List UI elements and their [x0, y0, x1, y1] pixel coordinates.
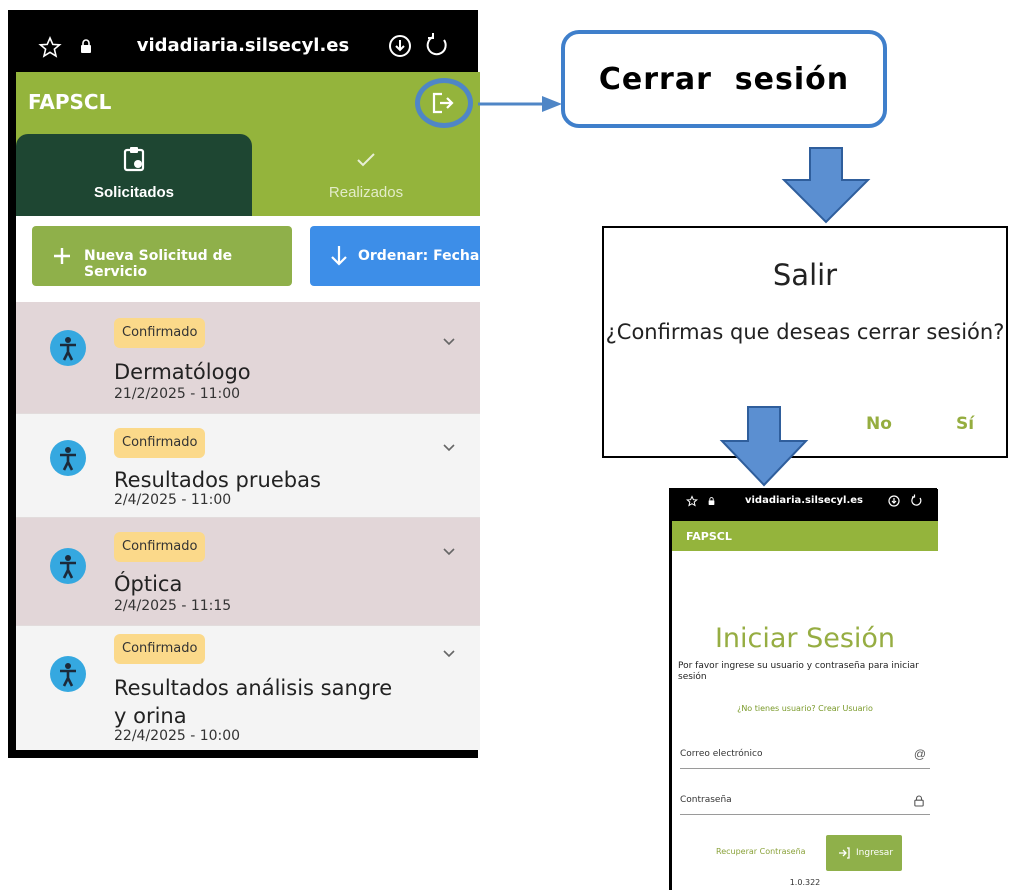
- app-header: FAPSCL: [672, 521, 938, 551]
- app-title: FAPSCL: [28, 90, 112, 114]
- callout-box: Cerrar sesión: [561, 30, 887, 128]
- create-user-link[interactable]: ¿No tienes usuario? Crear Usuario: [672, 704, 938, 713]
- check-icon: [357, 153, 375, 167]
- item-name: Dermatólogo: [114, 360, 251, 384]
- status-badge: Confirmado: [114, 318, 206, 348]
- login-label: Ingresar: [856, 848, 894, 858]
- download-icon[interactable]: [388, 34, 412, 58]
- person-icon: [50, 656, 86, 692]
- item-name: Óptica: [114, 572, 183, 596]
- login-heading: Iniciar Sesión: [714, 623, 896, 654]
- tab-realizados[interactable]: Realizados: [252, 134, 480, 216]
- email-placeholder: Correo electrónico: [680, 749, 763, 759]
- callout-text: Cerrar sesión: [598, 62, 850, 97]
- download-icon[interactable]: [888, 495, 900, 507]
- app-title: FAPSCL: [686, 530, 732, 543]
- new-request-label: Nueva Solicitud de Servicio: [84, 248, 233, 280]
- list-item[interactable]: Confirmado Resultados análisis sangre y …: [16, 626, 480, 750]
- yes-button[interactable]: Sí: [956, 414, 974, 434]
- item-date: 21/2/2025 - 11:00: [114, 386, 241, 402]
- item-date: 2/4/2025 - 11:00: [114, 492, 232, 508]
- chevron-down-icon[interactable]: [442, 334, 456, 348]
- browser-url-bar: vidadiaria.silsecyl.es: [670, 489, 938, 521]
- reload-icon[interactable]: [910, 494, 923, 507]
- email-field[interactable]: Correo electrónico @: [680, 741, 930, 769]
- login-screen: FAPSCL Iniciar Sesión Por favor ingrese …: [672, 521, 938, 890]
- chevron-down-icon[interactable]: [442, 646, 456, 660]
- arrow-down-icon: [331, 246, 347, 266]
- new-request-button[interactable]: Nueva Solicitud de Servicio: [32, 226, 292, 286]
- item-name: Resultados pruebas: [114, 468, 321, 492]
- app-screen: FAPSCL Solicitados Realizados Nueva Soli…: [16, 72, 480, 750]
- item-date: 2/4/2025 - 11:15: [114, 598, 232, 614]
- list-item[interactable]: Confirmado Resultados pruebas 2/4/2025 -…: [16, 414, 480, 518]
- login-subtitle: Por favor ingrese su usuario y contraseñ…: [678, 661, 919, 682]
- login-phone-screenshot: vidadiaria.silsecyl.es FAPSCL Iniciar Se…: [669, 488, 938, 890]
- person-icon: [50, 330, 86, 366]
- login-button[interactable]: Ingresar: [826, 835, 902, 871]
- item-name-line1: Resultados análisis sangre: [114, 676, 393, 700]
- order-label: Ordenar: Fecha (: [358, 248, 480, 264]
- chevron-down-icon[interactable]: [442, 440, 456, 454]
- dialog-message: ¿Confirmas que deseas cerrar sesión?: [605, 320, 1005, 344]
- flow-arrow-icon: [719, 406, 809, 487]
- list-item[interactable]: Confirmado Dermatólogo 21/2/2025 - 11:00: [16, 302, 480, 414]
- padlock-icon: [914, 795, 924, 807]
- status-badge: Confirmado: [114, 532, 206, 562]
- plus-icon: [54, 248, 70, 264]
- recover-password-link[interactable]: Recuperar Contraseña: [716, 847, 806, 856]
- clipboard-icon: [123, 147, 145, 172]
- browser-url-bar: vidadiaria.silsecyl.es: [8, 10, 478, 72]
- login-arrow-icon: [839, 847, 850, 859]
- list-item[interactable]: Confirmado Óptica 2/4/2025 - 11:15: [16, 518, 480, 626]
- no-button[interactable]: No: [866, 414, 892, 434]
- person-icon: [50, 548, 86, 584]
- tab-solicitados[interactable]: Solicitados: [16, 134, 252, 216]
- person-icon: [50, 440, 86, 476]
- tab-realizados-label: Realizados: [328, 184, 404, 201]
- status-badge: Confirmado: [114, 428, 206, 458]
- app-header: FAPSCL: [16, 72, 480, 134]
- main-phone-screenshot: vidadiaria.silsecyl.es FAPSCL Solicitado…: [8, 10, 480, 758]
- item-date: 22/4/2025 - 10:00: [114, 728, 241, 744]
- flow-arrow-icon: [478, 96, 562, 112]
- tab-solicitados-label: Solicitados: [93, 184, 175, 201]
- item-name-line2: y orina: [114, 704, 187, 728]
- version-text: 1.0.322: [789, 878, 821, 887]
- flow-arrow-icon: [781, 147, 871, 224]
- password-field[interactable]: Contraseña: [680, 787, 930, 815]
- dialog-title: Salir: [772, 258, 838, 292]
- chevron-down-icon[interactable]: [442, 544, 456, 558]
- reload-icon[interactable]: [424, 32, 450, 58]
- password-placeholder: Contraseña: [680, 795, 732, 805]
- logout-icon[interactable]: [430, 91, 456, 115]
- order-button[interactable]: Ordenar: Fecha (: [310, 226, 480, 286]
- at-icon: @: [913, 747, 926, 761]
- status-badge: Confirmado: [114, 634, 206, 664]
